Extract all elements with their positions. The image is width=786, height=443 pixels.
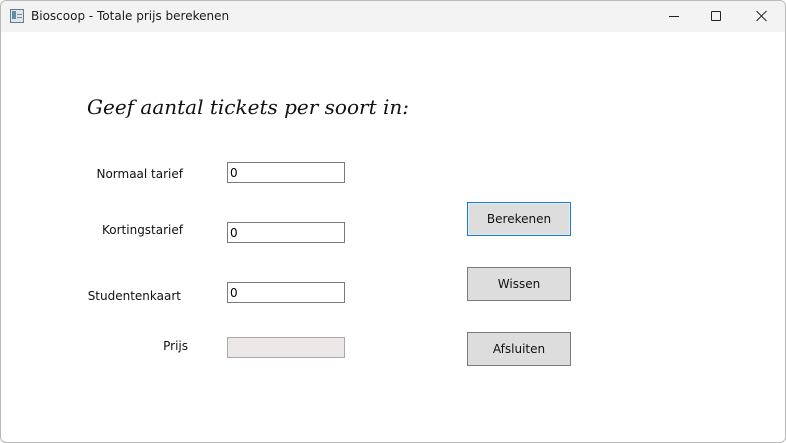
minimize-icon [669,16,679,17]
minimize-button[interactable] [652,1,696,32]
kortingstarief-label: Kortingstarief [102,223,183,237]
studentenkaart-label: Studentenkaart [87,289,181,303]
app-window-icon [10,9,24,23]
title-bar[interactable]: Bioscoop - Totale prijs berekenen [1,1,785,32]
prijs-output [227,337,345,358]
close-icon [756,10,768,22]
wissen-button[interactable]: Wissen [467,267,571,301]
kortingstarief-input[interactable] [227,222,345,243]
maximize-icon [711,11,721,21]
instruction-heading: Geef aantal tickets per soort in: [87,95,409,119]
close-button[interactable] [740,1,784,32]
normaal-tarief-input[interactable] [227,162,345,183]
berekenen-button[interactable]: Berekenen [467,202,571,236]
normaal-tarief-label: Normaal tarief [96,167,183,181]
window-title: Bioscoop - Totale prijs berekenen [31,9,230,23]
afsluiten-button[interactable]: Afsluiten [467,332,571,366]
app-window: Bioscoop - Totale prijs berekenen Geef a… [0,0,786,443]
prijs-label: Prijs [163,339,188,353]
studentenkaart-input[interactable] [227,282,345,303]
maximize-button[interactable] [694,1,738,32]
